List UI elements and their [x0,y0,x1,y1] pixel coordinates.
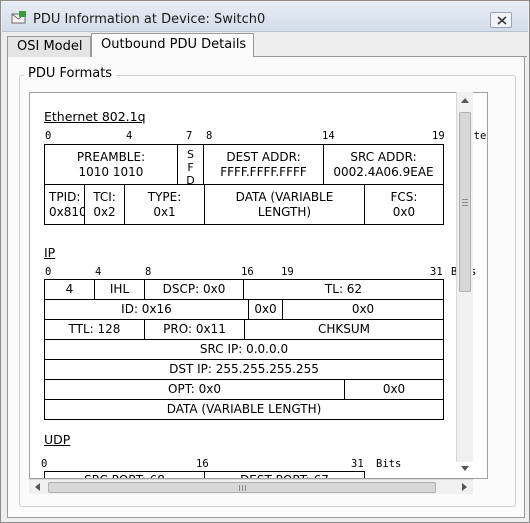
udp-tick: 16 [196,458,209,470]
vertical-scrollbar[interactable] [456,92,473,471]
ip-options-field: OPT: 0x0 [44,379,345,400]
ip-tick: 19 [281,266,294,278]
ip-ttl-field: TTL: 128 [44,319,145,340]
ethernet-tick: 8 [206,130,213,142]
ethernet-tick: 0 [45,130,52,142]
udp-unit: Bits [376,458,402,470]
ip-padding-field: 0x0 [344,379,444,400]
udp-src-port-field: SRC PORT: 68 [44,471,205,478]
window-title: PDU Information at Device: Switch0 [33,12,266,27]
ethernet-tick: 19 [432,130,445,142]
ethernet-tick: 7 [186,130,193,142]
ip-tick: 4 [95,266,102,278]
tab-bar: OSI Model Outbound PDU Details [7,33,527,58]
tab-osi-model[interactable]: OSI Model [7,36,91,57]
data-field: DATA (VARIABLE LENGTH) [204,184,365,225]
ip-checksum-field: CHKSUM [244,319,444,340]
ip-tick: 0 [45,266,52,278]
scroll-down-icon[interactable] [461,466,469,471]
close-button[interactable] [490,12,512,28]
ip-tick: 16 [241,266,254,278]
ip-data-field: DATA (VARIABLE LENGTH) [44,399,444,420]
tab-outbound-pdu-details[interactable]: Outbound PDU Details [91,33,254,58]
pdu-info-window: PDU Information at Device: Switch0 OSI M… [0,0,530,523]
type-field: TYPE: 0x1 [124,184,205,225]
ip-tick: 8 [145,266,152,278]
ip-dscp-field: DSCP: 0x0 [144,279,244,300]
tpid-field: TPID: 0x8100 [44,184,85,225]
scroll-left-icon[interactable] [35,483,40,491]
ip-src-field: SRC IP: 0.0.0.0 [44,339,444,360]
ethernet-tick: 14 [322,130,335,142]
ethernet-title: Ethernet 802.1q [44,109,146,124]
close-icon [497,16,507,25]
ip-tick: 31 [430,266,443,278]
ethernet-tick: 4 [126,130,133,142]
preamble-field: PREAMBLE: 1010 1010 [44,144,178,185]
ip-flags-field: 0x0 [248,299,283,320]
ip-dst-field: DST IP: 255.255.255.255 [44,359,444,380]
pdu-formats-label: PDU Formats [24,66,117,81]
tci-field: TCI: 0x2 [84,184,125,225]
ip-ihl-field: IHL [94,279,145,300]
udp-tick: 31 [351,458,364,470]
ip-version-field: 4 [44,279,95,300]
ip-id-field: ID: 0x16 [44,299,249,320]
packet-envelope-icon [11,11,27,25]
scroll-right-icon[interactable] [462,483,467,491]
sfd-field: S F D [177,144,204,185]
title-bar: PDU Information at Device: Switch0 [2,2,528,32]
ip-fragment-offset-field: 0x0 [282,299,444,320]
udp-tick: 0 [41,458,48,470]
fcs-field: FCS: 0x0 [364,184,444,225]
ip-total-length-field: TL: 62 [243,279,444,300]
dest-addr-field: DEST ADDR: FFFF.FFFF.FFFF [203,144,324,185]
scroll-up-icon[interactable] [461,98,469,103]
udp-title: UDP [44,432,71,447]
udp-dest-port-field: DEST PORT: 67 [204,471,365,478]
ip-protocol-field: PRO: 0x11 [144,319,245,340]
pdu-formats-viewport[interactable]: Ethernet 802.1q 0 4 7 8 14 19 Bytes PREA… [29,92,488,479]
ip-title: IP [44,245,56,260]
src-addr-field: SRC ADDR: 0002.4A06.9EAE [323,144,444,185]
horizontal-scroll-thumb[interactable] [48,482,436,493]
pdu-formats-content: Ethernet 802.1q 0 4 7 8 14 19 Bytes PREA… [30,93,487,478]
horizontal-scrollbar[interactable] [29,479,473,494]
vertical-scroll-thumb[interactable] [459,112,471,292]
